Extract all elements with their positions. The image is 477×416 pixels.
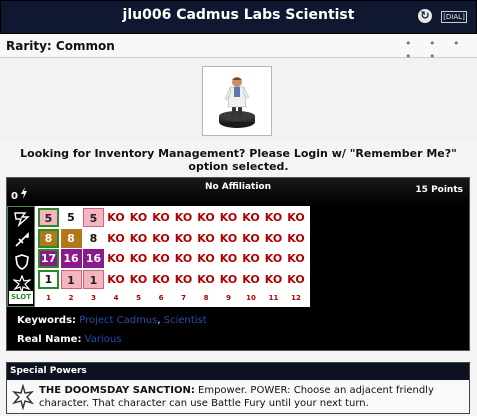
dial-cell-damage: KO	[264, 272, 283, 286]
dial-cell-speed: KO	[174, 211, 193, 224]
dial-cell-speed: KO	[197, 211, 215, 224]
dial-cell-defense: 17	[38, 249, 59, 268]
slot-label: SLOT	[9, 291, 33, 304]
dial-cell-attack: 8	[38, 228, 59, 248]
rarity-bar: Rarity: Common • • • • •	[0, 34, 477, 63]
dial-cell-attack: KO	[242, 231, 260, 245]
attack-icon	[15, 232, 29, 247]
scientist-figure-icon	[219, 77, 255, 128]
dial-cell-damage: KO	[197, 272, 215, 286]
dial-cell-attack: KO	[152, 231, 170, 245]
dial-cell-speed: 5	[60, 208, 82, 227]
dial-cell-speed: KO	[242, 211, 260, 224]
slot-number[interactable]: 10	[241, 291, 262, 305]
dial-cell-damage: 1	[38, 269, 59, 289]
slot-number[interactable]: 7	[173, 291, 194, 305]
special-powers-heading: Special Powers	[7, 363, 469, 380]
slot-number[interactable]: 3	[83, 291, 104, 305]
dial-cell-defense: KO	[264, 252, 283, 265]
dial-cell-attack: KO	[287, 231, 305, 245]
title-bar: jlu006 Cadmus Labs Scientist ↻ [DIAL]	[0, 0, 477, 34]
dial-cell-damage: KO	[152, 272, 170, 286]
special-powers-panel: Special Powers THE DOOMSDAY SANCTION: Em…	[6, 362, 470, 414]
dial-cell-speed: KO	[107, 211, 125, 224]
dial-label: DIAL	[445, 13, 463, 21]
dial-cell-damage: KO	[287, 272, 305, 286]
dial-cell-attack: KO	[219, 231, 238, 245]
dial-cell-speed: KO	[152, 211, 170, 224]
dial-cell-damage: KO	[107, 272, 125, 286]
affiliation-label: No Affiliation	[204, 182, 272, 192]
dial-cell-attack: KO	[129, 231, 148, 245]
figure-area	[0, 58, 477, 140]
dial-cell-damage: KO	[219, 272, 238, 286]
slot-number[interactable]: 12	[286, 291, 307, 305]
slot-number[interactable]: 9	[218, 291, 239, 305]
real-name-link[interactable]: Various	[85, 334, 122, 345]
dial-cell-defense: KO	[129, 252, 148, 265]
real-name-label: Real Name:	[17, 334, 82, 345]
figure-image[interactable]	[202, 66, 272, 136]
dial-cell-damage: 1	[83, 269, 104, 289]
dial-cell-speed: KO	[264, 211, 283, 224]
dial-grid: 5 5 5 KO KO KO KO KO KO KO KO KO 8 8 8 KO KO KO KO KO KO KO KO…	[35, 206, 310, 307]
speed-icon	[14, 212, 30, 227]
points-value: 0	[11, 191, 18, 202]
dial-button[interactable]: [DIAL]	[441, 11, 467, 23]
dial-cell-attack: 8	[60, 228, 82, 248]
keyword-link-scientist[interactable]: Scientist	[164, 315, 207, 326]
dial-cell-attack: KO	[174, 231, 193, 245]
rarity-label: Rarity: Common	[6, 39, 115, 53]
combat-dial-panel: 0 No Affiliation 15 Points SLOT 5 5 5 KO KO K…	[6, 177, 470, 351]
slot-number[interactable]: 8	[196, 291, 217, 305]
dial-cell-defense: 16	[83, 249, 104, 268]
dial-cell-defense: KO	[152, 252, 170, 265]
dial-cell-speed: 5	[83, 208, 104, 227]
dial-cell-defense: 16	[60, 249, 82, 268]
login-notice: Looking for Inventory Management? Please…	[20, 147, 457, 173]
dial-cell-damage: KO	[129, 272, 148, 286]
page-title: jlu006 Cadmus Labs Scientist	[122, 7, 355, 23]
refresh-icon[interactable]: ↻	[418, 9, 432, 23]
dial-cell-attack: KO	[264, 231, 283, 245]
slot-number[interactable]: 4	[106, 291, 127, 305]
dial-cell-attack: KO	[107, 231, 125, 245]
dial-cell-speed: 5	[38, 208, 59, 227]
special-power-text: THE DOOMSDAY SANCTION: Empower. POWER: C…	[39, 384, 465, 410]
special-power-icon	[12, 384, 34, 410]
dial-cell-damage: KO	[242, 272, 260, 286]
special-power-name: THE DOOMSDAY SANCTION:	[39, 385, 195, 396]
point-cost: 15 Points	[415, 185, 463, 195]
dial-cell-damage: KO	[174, 272, 193, 286]
defense-icon	[15, 254, 29, 270]
slot-number[interactable]: 5	[128, 291, 149, 305]
dial-cell-attack: 8	[83, 228, 104, 248]
keywords-label: Keywords:	[17, 315, 77, 326]
dial-cell-defense: KO	[174, 252, 193, 265]
dial-cell-speed: KO	[287, 211, 305, 224]
real-name-row: Real Name: Various	[17, 334, 121, 345]
keywords-row: Keywords: Project Cadmus, Scientist	[17, 315, 207, 326]
dial-header: 0 No Affiliation 15 Points	[7, 178, 469, 205]
dial-cell-defense: KO	[107, 252, 125, 265]
dial-cell-defense: KO	[219, 252, 238, 265]
slot-number[interactable]: 6	[151, 291, 172, 305]
slot-number[interactable]: 2	[61, 291, 82, 305]
keyword-link-project-cadmus[interactable]: Project Cadmus	[79, 315, 157, 326]
slot-number[interactable]: 1	[38, 291, 59, 305]
slot-number[interactable]: 11	[263, 291, 284, 305]
dial-cell-attack: KO	[197, 231, 215, 245]
dial-cell-speed: KO	[219, 211, 238, 224]
dial-cell-defense: KO	[242, 252, 260, 265]
dial-cell-damage: 1	[60, 269, 82, 289]
dial-cell-defense: KO	[197, 252, 215, 265]
dial-cell-speed: KO	[129, 211, 148, 224]
dial-cell-defense: KO	[287, 252, 305, 265]
